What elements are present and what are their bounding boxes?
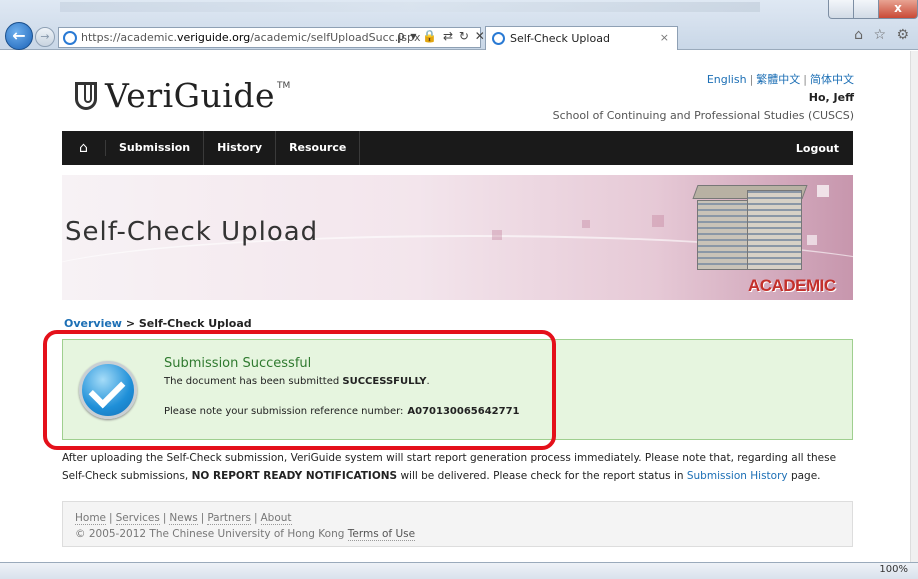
lang-separator: |	[749, 73, 754, 86]
back-button[interactable]: ←	[5, 22, 33, 50]
breadcrumb-separator: >	[121, 317, 139, 330]
banner-square	[582, 220, 590, 228]
nav-item-submission[interactable]: Submission	[106, 131, 205, 165]
academic-badge: ACADEMIC	[748, 276, 836, 295]
forward-button[interactable]: →	[35, 27, 55, 47]
main-navbar: ⌂ Submission History Resource Logout	[62, 131, 853, 165]
success-line-2: Please note your submission reference nu…	[164, 406, 520, 417]
page-title: Self-Check Upload	[65, 217, 319, 247]
browser-chrome: x ← → https://academic. veriguide.org/aca…	[0, 0, 918, 50]
footer-separator: |	[253, 512, 258, 524]
reference-label: Please note your submission reference nu…	[164, 406, 404, 417]
url-path: /academic/selfUploadSucc.jspx	[250, 31, 421, 44]
minimize-button[interactable]	[828, 0, 854, 19]
submission-history-link[interactable]: Submission History	[687, 470, 788, 482]
success-line-1: The document has been submitted SUCCESSF…	[164, 376, 430, 387]
footer-link-services[interactable]: Services	[115, 512, 160, 525]
close-window-button[interactable]: x	[878, 0, 918, 19]
lang-english[interactable]: English	[707, 73, 747, 86]
home-icon[interactable]: ⌂	[62, 140, 106, 156]
success-line-1-text: The document has been submitted	[164, 376, 343, 387]
success-title: Submission Successful	[164, 356, 312, 371]
terms-of-use-link[interactable]: Terms of Use	[347, 528, 416, 541]
lang-simplified[interactable]: 简体中文	[810, 73, 854, 86]
tab-ie-icon	[492, 32, 505, 45]
page-footer: Home | Services | News | Partners | About © 2005…	[62, 501, 853, 547]
banner-square	[817, 185, 829, 197]
reference-number: A070130065642771	[407, 406, 520, 417]
footer-link-about[interactable]: About	[260, 512, 292, 525]
footer-link-news[interactable]: News	[169, 512, 198, 525]
shield-icon	[75, 81, 97, 110]
maximize-button[interactable]	[853, 0, 879, 19]
info-paragraph: After uploading the Self-Check submissio…	[62, 449, 862, 485]
url-prefix: https://academic.	[81, 31, 178, 44]
logout-link[interactable]: Logout	[796, 142, 853, 155]
copyright-text: © 2005-2012 The Chinese University of Ho…	[75, 528, 348, 540]
browser-tab[interactable]: Self-Check Upload ×	[485, 26, 678, 50]
banner-square	[652, 215, 664, 227]
breadcrumb-overview-link[interactable]: Overview	[64, 317, 122, 330]
scrollbar-thumb[interactable]	[912, 291, 918, 311]
footer-link-home[interactable]: Home	[75, 512, 107, 525]
success-line-1-end: .	[426, 376, 430, 387]
breadcrumb: Overview > Self-Check Upload	[64, 317, 252, 330]
logo-text: VeriGuide	[105, 76, 275, 115]
footer-separator: |	[200, 512, 205, 524]
status-bar: 100%	[0, 562, 918, 579]
footer-link-partners[interactable]: Partners	[207, 512, 251, 525]
building-illustration	[687, 185, 808, 280]
success-keyword: SUCCESSFULLY	[342, 376, 427, 387]
school-name: School of Continuing and Professional St…	[552, 109, 854, 122]
banner-square	[807, 235, 817, 245]
footer-links: Home | Services | News | Partners | About	[75, 510, 840, 526]
footer-separator: |	[162, 512, 167, 524]
info-text-3: page.	[787, 470, 821, 482]
tab-close-icon[interactable]: ×	[660, 31, 669, 44]
tab-title: Self-Check Upload	[510, 32, 610, 45]
building-wing	[747, 190, 802, 270]
language-switcher: English | 繁體中文 | 简体中文	[707, 71, 854, 87]
banner-square	[492, 230, 502, 240]
building-wing	[697, 200, 752, 270]
page-viewport: VeriGuide TM English | 繁體中文 | 简体中文 Ho, Jeff S…	[0, 51, 910, 562]
info-bold: NO REPORT READY NOTIFICATIONS	[191, 470, 398, 482]
footer-separator: |	[109, 512, 113, 524]
zoom-level[interactable]: 100%	[879, 564, 908, 575]
ie-icon	[63, 30, 77, 45]
logo-tm: TM	[276, 80, 291, 91]
lang-traditional[interactable]: 繁體中文	[756, 73, 800, 86]
titlebar	[60, 2, 760, 12]
nav-item-resource[interactable]: Resource	[276, 131, 361, 165]
checkmark-icon	[79, 361, 137, 419]
footer-copyright: © 2005-2012 The Chinese University of Ho…	[75, 526, 840, 542]
lang-separator: |	[803, 73, 807, 86]
page-banner: Self-Check Upload ACADEMIC	[62, 175, 853, 300]
nav-item-history[interactable]: History	[204, 131, 277, 165]
breadcrumb-current: Self-Check Upload	[138, 317, 252, 330]
url-host: veriguide.org	[177, 31, 251, 44]
vertical-scrollbar[interactable]	[910, 51, 918, 562]
user-name: Ho, Jeff	[808, 91, 854, 104]
success-message-box: Submission Successful The document has b…	[62, 339, 853, 440]
address-tools-icons[interactable]: ρ ▾ 🔒 ⇄ ↻ ✕	[397, 29, 486, 43]
home-favorites-tools-icons[interactable]: ⌂ ☆ ⚙	[854, 27, 912, 43]
veriguide-logo[interactable]: VeriGuide TM	[75, 76, 290, 115]
info-text-2: will be delivered. Please check for the …	[397, 470, 687, 482]
